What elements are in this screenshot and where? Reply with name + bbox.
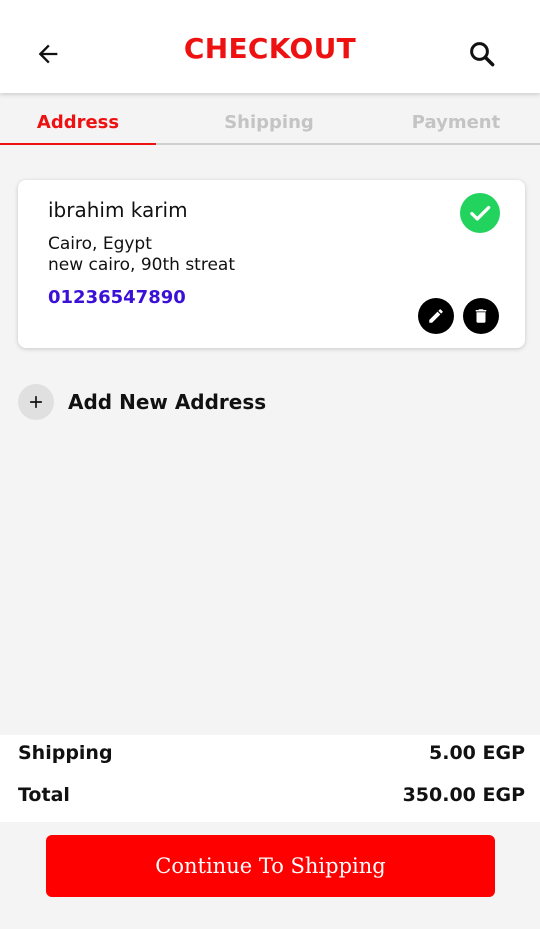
order-summary: Shipping 5.00 EGP Total 350.00 EGP xyxy=(0,735,540,822)
edit-address-button[interactable] xyxy=(418,298,454,334)
address-line-1: Cairo, Egypt xyxy=(48,234,152,254)
delete-address-button[interactable] xyxy=(463,298,499,334)
address-line-2: new cairo, 90th streat xyxy=(48,255,236,275)
pencil-icon xyxy=(429,309,443,323)
address-name: ibrahim karim xyxy=(48,198,188,222)
tab-shipping[interactable]: Shipping xyxy=(180,112,358,146)
shipping-row: Shipping 5.00 EGP xyxy=(18,742,525,764)
address-card[interactable]: ibrahim karim Cairo, Egypt new cairo, 90… xyxy=(18,180,525,348)
continue-to-shipping-button[interactable]: Continue To Shipping xyxy=(46,835,495,897)
check-circle-icon xyxy=(460,193,500,233)
tab-address-indicator xyxy=(0,143,156,145)
shipping-value: 5.00 EGP xyxy=(429,742,525,764)
add-new-address-button[interactable]: Add New Address xyxy=(18,384,266,420)
trash-icon xyxy=(475,309,487,323)
tab-payment[interactable]: Payment xyxy=(370,112,540,146)
total-value: 350.00 EGP xyxy=(402,784,525,806)
page-title: CHECKOUT xyxy=(183,32,357,65)
tab-shipping-label: Shipping xyxy=(224,112,314,133)
shipping-label: Shipping xyxy=(18,742,113,764)
total-label: Total xyxy=(18,784,70,806)
tab-address[interactable]: Address xyxy=(0,112,156,146)
tab-address-label: Address xyxy=(36,112,120,133)
total-row: Total 350.00 EGP xyxy=(18,784,525,806)
app-bar: CHECKOUT xyxy=(0,0,540,93)
plus-icon xyxy=(18,384,54,420)
address-phone: 01236547890 xyxy=(48,287,186,308)
tab-payment-label: Payment xyxy=(411,112,501,133)
search-button[interactable] xyxy=(462,34,502,74)
checkout-steps-tabs: Address Shipping Payment xyxy=(0,104,540,146)
add-new-address-label: Add New Address xyxy=(68,390,267,414)
search-icon xyxy=(470,42,495,67)
tab-divider xyxy=(156,143,540,145)
